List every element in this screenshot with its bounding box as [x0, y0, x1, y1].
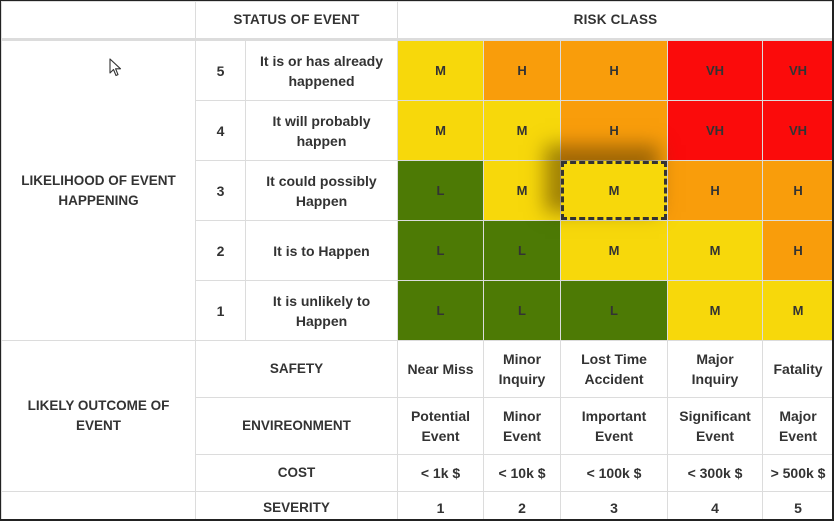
risk-cell-value: M [709, 302, 721, 318]
safety-value: Near Miss [397, 340, 485, 398]
severity-label: SEVERITY [194, 491, 399, 519]
risk-cell-value: VH [788, 122, 808, 138]
safety-value: Lost Time Accident [560, 340, 669, 398]
severity-value: 4 [667, 491, 764, 519]
risk-cell-value: L [610, 302, 618, 318]
risk-cell-vh[interactable]: VH [667, 100, 764, 161]
likelihood-status: It is to Happen [244, 220, 399, 281]
risk-cell-value: L [518, 242, 526, 258]
risk-cell-value: L [436, 242, 445, 258]
risk-cell-value: H [609, 122, 619, 138]
safety-label: SAFETY [194, 340, 399, 398]
risk-cell-m[interactable]: M [667, 220, 764, 281]
cost-value: < 100k $ [560, 454, 669, 492]
risk-matrix-table: STATUS OF EVENT RISK CLASS LIKELIHOOD OF… [1, 1, 832, 519]
risk-cell-l[interactable]: L [483, 280, 562, 341]
likelihood-label: LIKELIHOOD OF EVENT HAPPENING [1, 39, 196, 341]
risk-cell-h[interactable]: H [667, 160, 764, 221]
severity-value: 2 [483, 491, 562, 519]
risk-cell-l[interactable]: L [397, 160, 485, 221]
risk-cell-m[interactable]: M [667, 280, 764, 341]
safety-row: LIKELY OUTCOME OF EVENT SAFETY Near Miss… [1, 340, 832, 492]
likelihood-status: It is or has already happened [244, 39, 399, 101]
risk-cell-value: M [608, 182, 620, 198]
likelihood-level: 1 [195, 280, 246, 341]
risk-cell-h[interactable]: H [483, 39, 562, 101]
likelihood-status: It is unlikely to Happen [244, 280, 399, 341]
safety-value: Major Inquiry [667, 340, 764, 398]
risk-cell-value: H [710, 182, 720, 198]
mouse-cursor-icon [109, 58, 122, 77]
risk-cell-l[interactable]: L [397, 220, 485, 281]
environment-value: Significant Event [667, 397, 764, 455]
risk-cell-vh[interactable]: VH [667, 39, 764, 101]
risk-cell-value: H [609, 62, 619, 78]
risk-cell-value: L [436, 302, 445, 318]
likely-outcome-label: LIKELY OUTCOME OF EVENT [1, 340, 196, 492]
cost-value: < 1k $ [397, 454, 485, 492]
risk-cell-m[interactable]: M [397, 39, 485, 101]
risk-cell-value: M [608, 242, 620, 258]
risk-cell-value: VH [705, 122, 725, 138]
risk-cell-m[interactable]: M [483, 100, 562, 161]
environment-value: Minor Event [483, 397, 562, 455]
severity-corner [1, 491, 196, 519]
risk-cell-m[interactable]: M [560, 220, 669, 281]
risk-cell-value: VH [788, 62, 808, 78]
severity-row: SEVERITY 1 2 3 4 5 [1, 491, 832, 519]
risk-cell-h[interactable]: H [560, 100, 669, 161]
risk-cell-value: M [516, 122, 528, 138]
risk-cell-value: M [435, 122, 446, 138]
risk-cell-value: H [793, 242, 803, 258]
risk-cell-value: VH [705, 62, 725, 78]
cost-value: > 500k $ [762, 454, 832, 492]
risk-cell-h[interactable]: H [762, 160, 832, 221]
status-of-event-header: STATUS OF EVENT [194, 1, 399, 41]
environment-value: Major Event [762, 397, 832, 455]
likelihood-row-5: LIKELIHOOD OF EVENT HAPPENING 5 It is or… [1, 39, 832, 341]
safety-value: Minor Inquiry [483, 340, 562, 398]
risk-cell-selected[interactable]: M [560, 160, 669, 221]
cost-value: < 10k $ [483, 454, 562, 492]
risk-cell-value: M [792, 302, 804, 318]
risk-cell-h[interactable]: H [560, 39, 669, 101]
risk-cell-l[interactable]: L [397, 280, 485, 341]
cost-label: COST [194, 454, 399, 492]
likelihood-level: 5 [195, 39, 246, 101]
safety-value: Fatality [762, 340, 832, 398]
environment-value: Important Event [560, 397, 669, 455]
environment-label: ENVIREONMENT [194, 397, 399, 455]
likelihood-level: 2 [195, 220, 246, 281]
cost-value: < 300k $ [667, 454, 764, 492]
risk-cell-l[interactable]: L [483, 220, 562, 281]
risk-matrix-frame: STATUS OF EVENT RISK CLASS LIKELIHOOD OF… [0, 0, 834, 521]
likelihood-status: It will probably happen [244, 100, 399, 161]
header-row: STATUS OF EVENT RISK CLASS [1, 1, 832, 41]
severity-value: 5 [762, 491, 832, 519]
risk-cell-value: M [435, 62, 446, 78]
risk-cell-m[interactable]: M [397, 100, 485, 161]
severity-value: 3 [560, 491, 669, 519]
risk-cell-value: H [793, 182, 803, 198]
likelihood-level: 3 [195, 160, 246, 221]
risk-cell-m[interactable]: M [762, 280, 832, 341]
risk-cell-value: H [517, 62, 527, 78]
likelihood-status: It could possibly Happen [244, 160, 399, 221]
risk-cell-value: L [436, 182, 445, 198]
selection-highlight: M [561, 161, 668, 220]
risk-cell-vh[interactable]: VH [762, 100, 832, 161]
risk-cell-value: L [518, 302, 526, 318]
likelihood-level: 4 [195, 100, 246, 161]
environment-value: Potential Event [397, 397, 485, 455]
risk-cell-vh[interactable]: VH [762, 39, 832, 101]
risk-cell-m[interactable]: M [483, 160, 562, 221]
risk-cell-h[interactable]: H [762, 220, 832, 281]
header-corner [1, 1, 196, 41]
risk-cell-l[interactable]: L [560, 280, 669, 341]
risk-class-header: RISK CLASS [397, 1, 832, 41]
severity-value: 1 [397, 491, 485, 519]
risk-cell-value: M [516, 182, 528, 198]
risk-cell-value: M [709, 242, 721, 258]
